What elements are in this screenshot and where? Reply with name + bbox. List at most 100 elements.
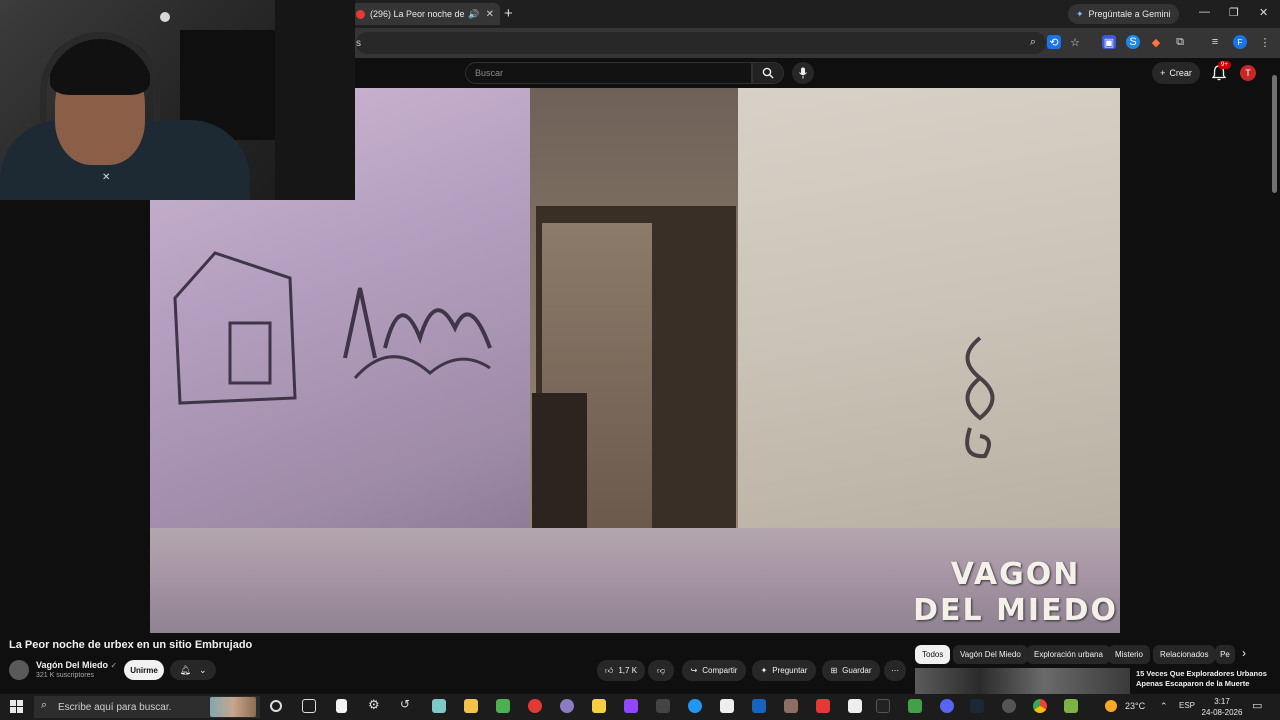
app-green-icon[interactable] bbox=[496, 699, 510, 713]
cortana-icon[interactable] bbox=[270, 700, 282, 712]
opera-icon[interactable] bbox=[528, 699, 542, 713]
translate-icon[interactable]: ⟲ bbox=[1047, 35, 1061, 49]
app-grid-icon[interactable] bbox=[656, 699, 670, 713]
chip-related[interactable]: Relacionados bbox=[1153, 645, 1216, 664]
taskbar-search-input[interactable]: ⌕ Escribe aquí para buscar. bbox=[34, 696, 260, 718]
gemini-button[interactable]: ✦ Pregúntale a Gemini bbox=[1068, 4, 1179, 24]
graffiti-symbol bbox=[965, 336, 995, 459]
app-arrow-icon[interactable]: ↺ bbox=[400, 697, 414, 711]
watermark-line1: VAGON bbox=[950, 557, 1081, 592]
browser-tab-active[interactable]: (296) La Peor noche de urb 🔊 ✕ bbox=[350, 3, 500, 25]
chip-urban-exploration[interactable]: Exploración urbana bbox=[1027, 645, 1110, 664]
scrollbar-thumb[interactable] bbox=[1272, 75, 1277, 193]
discord-icon[interactable] bbox=[940, 699, 954, 713]
tiktok-icon[interactable] bbox=[876, 699, 890, 713]
file-icon[interactable] bbox=[336, 699, 347, 713]
channel-name[interactable]: Vagón Del Miedo ✓ bbox=[36, 660, 117, 670]
chip-mystery[interactable]: Misterio bbox=[1108, 645, 1151, 664]
chip-all[interactable]: Todos bbox=[915, 645, 951, 664]
app-clock-icon[interactable] bbox=[1002, 699, 1016, 713]
sticky-notes-icon[interactable] bbox=[592, 699, 606, 713]
app-a-icon[interactable] bbox=[848, 699, 862, 713]
chrome-icon[interactable] bbox=[1033, 699, 1047, 713]
chip-partial[interactable]: Pe bbox=[1215, 645, 1235, 664]
app-blue-icon[interactable] bbox=[752, 699, 766, 713]
create-button[interactable]: + Crear bbox=[1152, 62, 1200, 84]
voice-search-button[interactable] bbox=[792, 62, 814, 84]
windows-start-icon[interactable] bbox=[10, 700, 23, 713]
youtube-account-avatar[interactable]: T bbox=[1240, 65, 1256, 81]
gemini-label: Pregúntale a Gemini bbox=[1088, 9, 1171, 19]
app-swirl-icon[interactable] bbox=[560, 699, 574, 713]
channel-avatar[interactable] bbox=[9, 660, 29, 680]
shirt-logo-icon: ✕ bbox=[102, 172, 111, 183]
task-view-icon[interactable] bbox=[302, 699, 316, 713]
extension-fox-icon[interactable]: ◆ bbox=[1149, 35, 1163, 49]
weather-temperature[interactable]: 23°C bbox=[1125, 701, 1145, 711]
share-button[interactable]: ↪ Compartir bbox=[682, 660, 746, 681]
clock-time: 3:17 bbox=[1214, 697, 1230, 706]
extension-icon[interactable]: ▣ bbox=[1102, 35, 1116, 49]
speaker-icon[interactable]: 🔊 bbox=[468, 9, 479, 20]
chips-next-chevron-icon[interactable]: › bbox=[1242, 646, 1246, 660]
bell-icon: 🔔︎ bbox=[179, 664, 191, 675]
youtube-favicon-icon bbox=[356, 9, 365, 19]
zoom-icon[interactable]: ⌕ bbox=[1026, 35, 1040, 49]
app-teal-icon[interactable] bbox=[432, 699, 446, 713]
plus-icon: + bbox=[1160, 68, 1166, 78]
watermark-line2: DEL MIEDO bbox=[913, 593, 1118, 628]
taskbar-clock[interactable]: 3:17 24-08-2026 bbox=[1198, 696, 1246, 718]
zoom-app-icon[interactable] bbox=[688, 699, 702, 713]
channel-name-text: Vagón Del Miedo bbox=[36, 660, 109, 670]
like-button[interactable]: 👍︎ 1,7 K bbox=[597, 660, 645, 681]
search-icon bbox=[762, 67, 774, 79]
twitch-icon[interactable] bbox=[624, 699, 638, 713]
sparkle-icon: ✦ bbox=[760, 666, 768, 675]
steam-icon[interactable] bbox=[970, 699, 984, 713]
join-button[interactable]: Unirme bbox=[124, 660, 164, 680]
recommendation-title[interactable]: 15 Veces Que Exploradores Urbanos Apenas… bbox=[1136, 669, 1270, 689]
minecraft-icon[interactable] bbox=[908, 699, 922, 713]
app-cube-icon[interactable] bbox=[1064, 699, 1078, 713]
notification-center-icon[interactable]: ▭ bbox=[1252, 699, 1262, 712]
language-indicator[interactable]: ESP bbox=[1179, 701, 1195, 710]
save-label: Guardar bbox=[842, 666, 872, 675]
ask-button[interactable]: ✦ Preguntar bbox=[752, 660, 816, 681]
chip-channel[interactable]: Vagón Del Miedo bbox=[953, 645, 1028, 664]
more-actions-button[interactable]: ⋯ bbox=[884, 660, 906, 681]
thumbs-down-icon: 👎︎ bbox=[656, 665, 666, 675]
thumbs-up-icon: 👍︎ bbox=[604, 665, 614, 675]
bookmark-star-icon[interactable]: ☆ bbox=[1068, 35, 1082, 49]
tray-chevron-up-icon[interactable]: ⌃ bbox=[1160, 701, 1168, 712]
restore-window-icon[interactable]: ❐ bbox=[1229, 6, 1239, 19]
app-brown-icon[interactable] bbox=[784, 699, 798, 713]
profile-avatar[interactable]: F bbox=[1233, 35, 1247, 49]
verified-check-icon: ✓ bbox=[110, 661, 118, 670]
recommendation-thumbnail[interactable] bbox=[915, 668, 1130, 694]
address-bar[interactable]: s bbox=[356, 32, 1046, 54]
search-button[interactable] bbox=[752, 62, 784, 84]
reading-list-icon[interactable]: ≡ bbox=[1208, 35, 1222, 49]
chevron-down-icon: ⌄ bbox=[198, 664, 207, 675]
gemini-spark-icon: ✦ bbox=[1076, 8, 1084, 19]
minimize-window-icon[interactable]: — bbox=[1199, 6, 1210, 18]
close-tab-icon[interactable]: ✕ bbox=[486, 9, 494, 20]
browser-menu-icon[interactable]: ⋮ bbox=[1258, 35, 1272, 49]
subscription-bell-button[interactable]: 🔔︎ ⌄ bbox=[170, 660, 216, 680]
create-label: Crear bbox=[1169, 68, 1192, 78]
channel-subscribers: 321 K suscriptores bbox=[36, 672, 94, 679]
save-playlist-icon: ⊞ bbox=[830, 666, 838, 675]
extensions-puzzle-icon[interactable]: ⧉ bbox=[1173, 35, 1187, 49]
settings-gear-icon[interactable]: ⚙ bbox=[368, 697, 382, 712]
close-window-icon[interactable]: ✕ bbox=[1259, 6, 1268, 19]
search-input[interactable]: Buscar bbox=[465, 62, 752, 84]
save-button[interactable]: ⊞ Guardar bbox=[822, 660, 880, 681]
weather-sun-icon[interactable] bbox=[1105, 700, 1117, 712]
video-frame-door-shadow bbox=[532, 393, 587, 533]
file-explorer-icon[interactable] bbox=[464, 699, 478, 713]
capcut-icon[interactable] bbox=[720, 699, 734, 713]
app-red-icon[interactable] bbox=[816, 699, 830, 713]
dislike-button[interactable]: 👎︎ bbox=[648, 660, 674, 681]
extension-s-icon[interactable]: S bbox=[1126, 35, 1140, 49]
new-tab-button[interactable]: + bbox=[504, 5, 513, 22]
